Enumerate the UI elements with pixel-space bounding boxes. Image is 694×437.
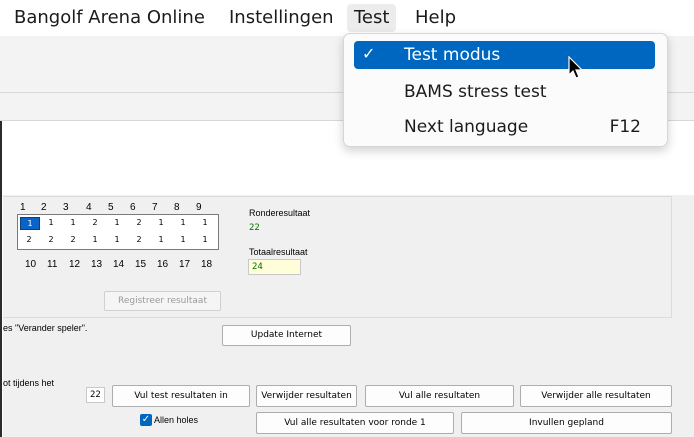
remove-all-results-button[interactable]: Verwijder alle resultaten	[520, 385, 672, 407]
fill-all-round1-button[interactable]: Vul alle resultaten voor ronde 1	[256, 412, 454, 434]
change-player-note: es "Verander speler".	[3, 323, 88, 333]
hole-number: 13	[91, 259, 103, 270]
checkmark-icon: ✓	[141, 414, 151, 425]
update-internet-button[interactable]: Update Internet	[222, 325, 351, 346]
score-cell[interactable]: 2	[18, 235, 40, 244]
hole-number: 10	[25, 259, 37, 270]
score-cell[interactable]: 1	[194, 218, 216, 227]
hole-number: 17	[179, 259, 191, 270]
score-cell[interactable]: 2	[62, 235, 84, 244]
hole-number: 18	[201, 259, 213, 270]
menu-item-shortcut: F12	[609, 117, 641, 137]
remove-results-button[interactable]: Verwijder resultaten	[256, 385, 357, 407]
round-result-label: Ronderesultaat	[249, 208, 311, 218]
total-result-field: 24	[248, 259, 301, 275]
round-number-field[interactable]: 22	[86, 387, 105, 403]
menu-instellingen[interactable]: Instellingen	[229, 7, 334, 28]
during-note: ot tijdens het	[3, 378, 55, 388]
all-holes-label: Allen holes	[154, 415, 199, 425]
hole-number: 9	[196, 202, 202, 213]
score-cell[interactable]: 1	[172, 235, 194, 244]
menu-item-test-modus[interactable]: ✓ Test modus	[354, 41, 655, 69]
score-cell[interactable]: 1	[106, 218, 128, 227]
score-cell[interactable]: 2	[40, 235, 62, 244]
menu-item-label: BAMS stress test	[404, 82, 547, 102]
menu-bangolf-arena-online[interactable]: Bangolf Arena Online	[14, 7, 205, 28]
score-cell[interactable]: 1	[150, 218, 172, 227]
checkmark-icon: ✓	[362, 44, 376, 63]
fill-planned-button[interactable]: Invullen gepland	[461, 412, 672, 434]
score-cell[interactable]: 1	[106, 235, 128, 244]
hole-number: 7	[152, 202, 158, 213]
hole-number: 2	[41, 202, 47, 213]
hole-number: 15	[135, 259, 147, 270]
fill-all-results-button[interactable]: Vul alle resultaten	[365, 385, 514, 407]
menu-item-bams-stress-test[interactable]: BAMS stress test	[354, 78, 655, 106]
hole-number: 5	[108, 202, 114, 213]
score-grid[interactable]: 1 1 1 2 1 2 1 1 1 2 2 2 1 1 2 1 1 1	[17, 214, 219, 250]
hole-number: 8	[174, 202, 180, 213]
hole-number: 6	[130, 202, 136, 213]
score-cell[interactable]: 2	[128, 235, 150, 244]
score-cell[interactable]: 1	[194, 235, 216, 244]
score-cell[interactable]: 1	[40, 218, 62, 227]
hole-number: 3	[63, 202, 69, 213]
hole-number: 14	[113, 259, 125, 270]
fill-test-results-button[interactable]: Vul test resultaten in	[112, 385, 250, 407]
menu-item-next-language[interactable]: Next language F12	[354, 113, 655, 141]
score-cell[interactable]: 1	[150, 235, 172, 244]
hole-number: 11	[47, 259, 58, 270]
round-result-value: 22	[249, 223, 260, 233]
score-cell[interactable]: 1	[84, 235, 106, 244]
score-cell[interactable]: 1	[172, 218, 194, 227]
hole-number: 12	[69, 259, 81, 270]
menu-bar: Bangolf Arena Online Instellingen Test H…	[0, 0, 694, 36]
menu-item-label: Test modus	[404, 45, 501, 65]
menu-help[interactable]: Help	[415, 7, 456, 28]
register-result-button[interactable]: Registreer resultaat	[104, 291, 221, 311]
menu-test[interactable]: Test	[347, 4, 397, 32]
all-holes-checkbox[interactable]: ✓	[140, 414, 152, 426]
score-cell[interactable]: 2	[128, 218, 150, 227]
hole-number: 4	[86, 202, 92, 213]
score-cell[interactable]: 1	[20, 217, 40, 230]
hole-number: 16	[157, 259, 169, 270]
test-dropdown-menu: ✓ Test modus BAMS stress test Next langu…	[343, 33, 668, 147]
score-cell[interactable]: 2	[84, 218, 106, 227]
hole-number: 1	[20, 202, 26, 213]
mouse-cursor-icon	[568, 56, 584, 79]
score-cell[interactable]: 1	[62, 218, 84, 227]
total-result-label: Totaalresultaat	[249, 247, 308, 257]
menu-item-label: Next language	[404, 117, 529, 137]
